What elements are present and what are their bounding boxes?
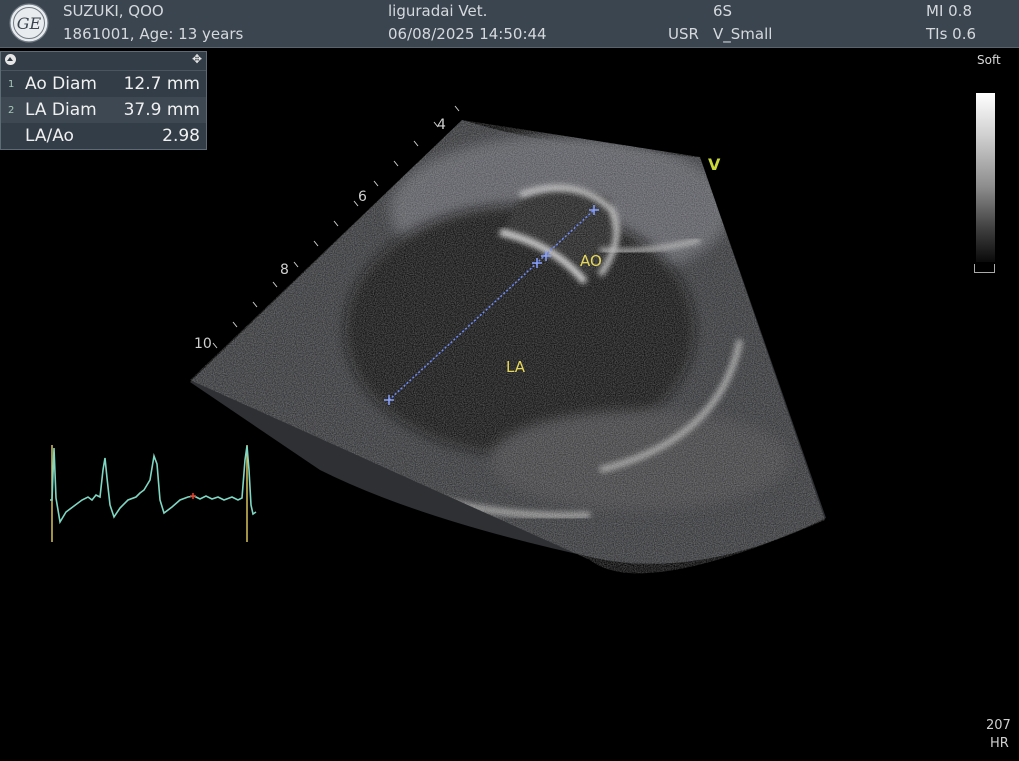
- aorta-label: AO: [580, 252, 602, 270]
- sector-image: [190, 120, 826, 574]
- measurement-value: 37.9 mm: [123, 100, 200, 120]
- grayscale-bracket: [974, 264, 995, 273]
- measurement-value: 2.98: [162, 126, 200, 146]
- depth-label-6: 6: [358, 189, 367, 205]
- measurement-label: Ao Diam: [25, 74, 97, 94]
- heart-rate-value: 207: [986, 718, 1011, 733]
- heart-rate-label: HR: [990, 736, 1009, 751]
- ecg-trace: [50, 445, 257, 542]
- move-crosshair-icon[interactable]: ✥: [192, 52, 202, 66]
- measurement-label: LA Diam: [25, 100, 97, 120]
- measurement-row-la-ao-ratio[interactable]: LA/Ao 2.98: [1, 123, 206, 149]
- depth-label-8: 8: [280, 262, 289, 278]
- measurement-index: 1: [8, 79, 15, 90]
- measurement-panel: ✥ 1 Ao Diam 12.7 mm 2 LA Diam 37.9 mm LA…: [0, 51, 207, 150]
- left-atrium-label: LA: [506, 358, 525, 376]
- measurement-value: 12.7 mm: [123, 74, 200, 94]
- grayscale-bar: [976, 93, 995, 262]
- measurement-row-la-diam[interactable]: 2 LA Diam 37.9 mm: [1, 97, 206, 123]
- measurement-index: 2: [8, 105, 15, 116]
- measurement-panel-titlebar: ✥: [1, 52, 206, 71]
- grayscale-map-label: Soft: [977, 53, 1001, 67]
- measurement-label: LA/Ao: [25, 126, 74, 146]
- collapse-arrow-icon[interactable]: [5, 54, 16, 65]
- measurement-row-ao-diam[interactable]: 1 Ao Diam 12.7 mm: [1, 71, 206, 97]
- orientation-marker: V: [708, 155, 721, 174]
- ecg-marker: [190, 493, 196, 499]
- depth-label-10: 10: [194, 336, 212, 352]
- depth-label-4: 4: [437, 117, 446, 133]
